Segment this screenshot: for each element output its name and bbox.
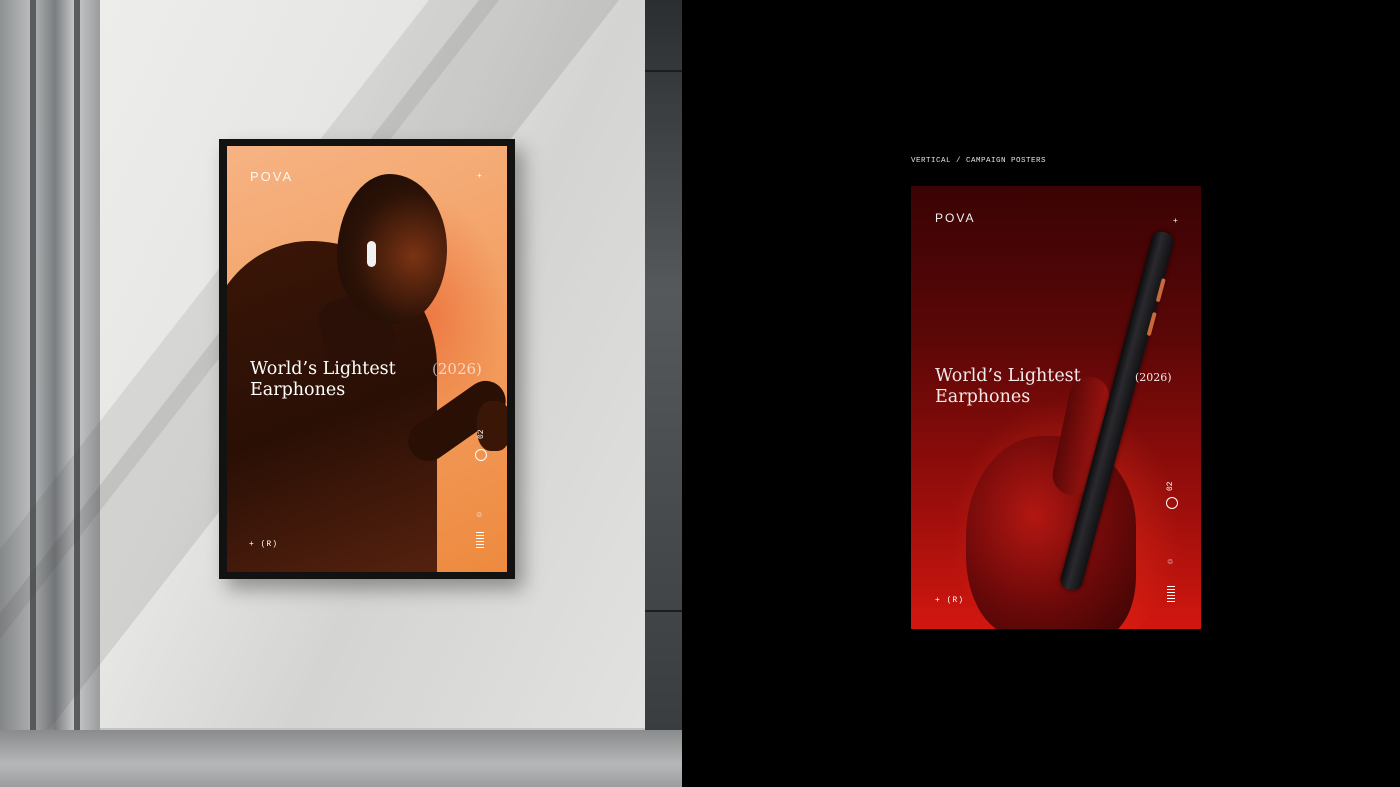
corridor-line [645,610,682,612]
earphones-poster: POVA + World’s Lightest Earphones (2026)… [227,146,507,572]
headline-line: World’s Lightest [250,359,396,379]
wall-mockup-scene: POVA + World’s Lightest Earphones (2026)… [0,0,682,787]
barcode-icon [476,532,484,548]
barcode-icon [1167,586,1175,602]
globe-icon [475,449,487,461]
poster-footer: + (R) [249,540,279,549]
poster-headline: World’s Lightest Earphones [935,366,1081,408]
woman-silhouette-hand [477,401,507,451]
headline-line: Earphones [250,380,346,400]
phone-button [1146,311,1157,337]
recycle-icon: ♲ [1167,559,1174,566]
poster-headline: World’s Lightest Earphones [250,359,396,401]
section-caption: VERTICAL / CAMPAIGN POSTERS [911,157,1047,165]
side-number: 02 [1166,481,1175,491]
poster-year: (2026) [1135,371,1172,384]
spark-icon: + [1173,216,1178,225]
brand-logo: POVA [250,169,294,184]
poster-year: (2026) [432,360,482,378]
earbud [367,241,376,267]
side-number: 02 [477,429,486,439]
headline-line: World’s Lightest [935,366,1081,386]
poster-frame: POVA + World’s Lightest Earphones (2026)… [219,139,515,579]
corridor-line [645,70,682,72]
corridor [645,0,682,730]
spark-icon: + [477,171,482,180]
floor [0,730,682,787]
headline-line: Earphones [935,387,1031,407]
brand-logo: POVA [935,211,976,225]
woman-silhouette-head [337,174,447,324]
phone-poster: POVA + World’s Lightest Earphones (2026)… [911,186,1201,629]
campaign-panel: VERTICAL / CAMPAIGN POSTERS POVA + World… [682,0,1400,787]
globe-icon [1166,497,1178,509]
recycle-icon: ♲ [476,512,483,519]
poster-footer: + (R) [935,596,965,605]
phone-button [1155,278,1166,303]
